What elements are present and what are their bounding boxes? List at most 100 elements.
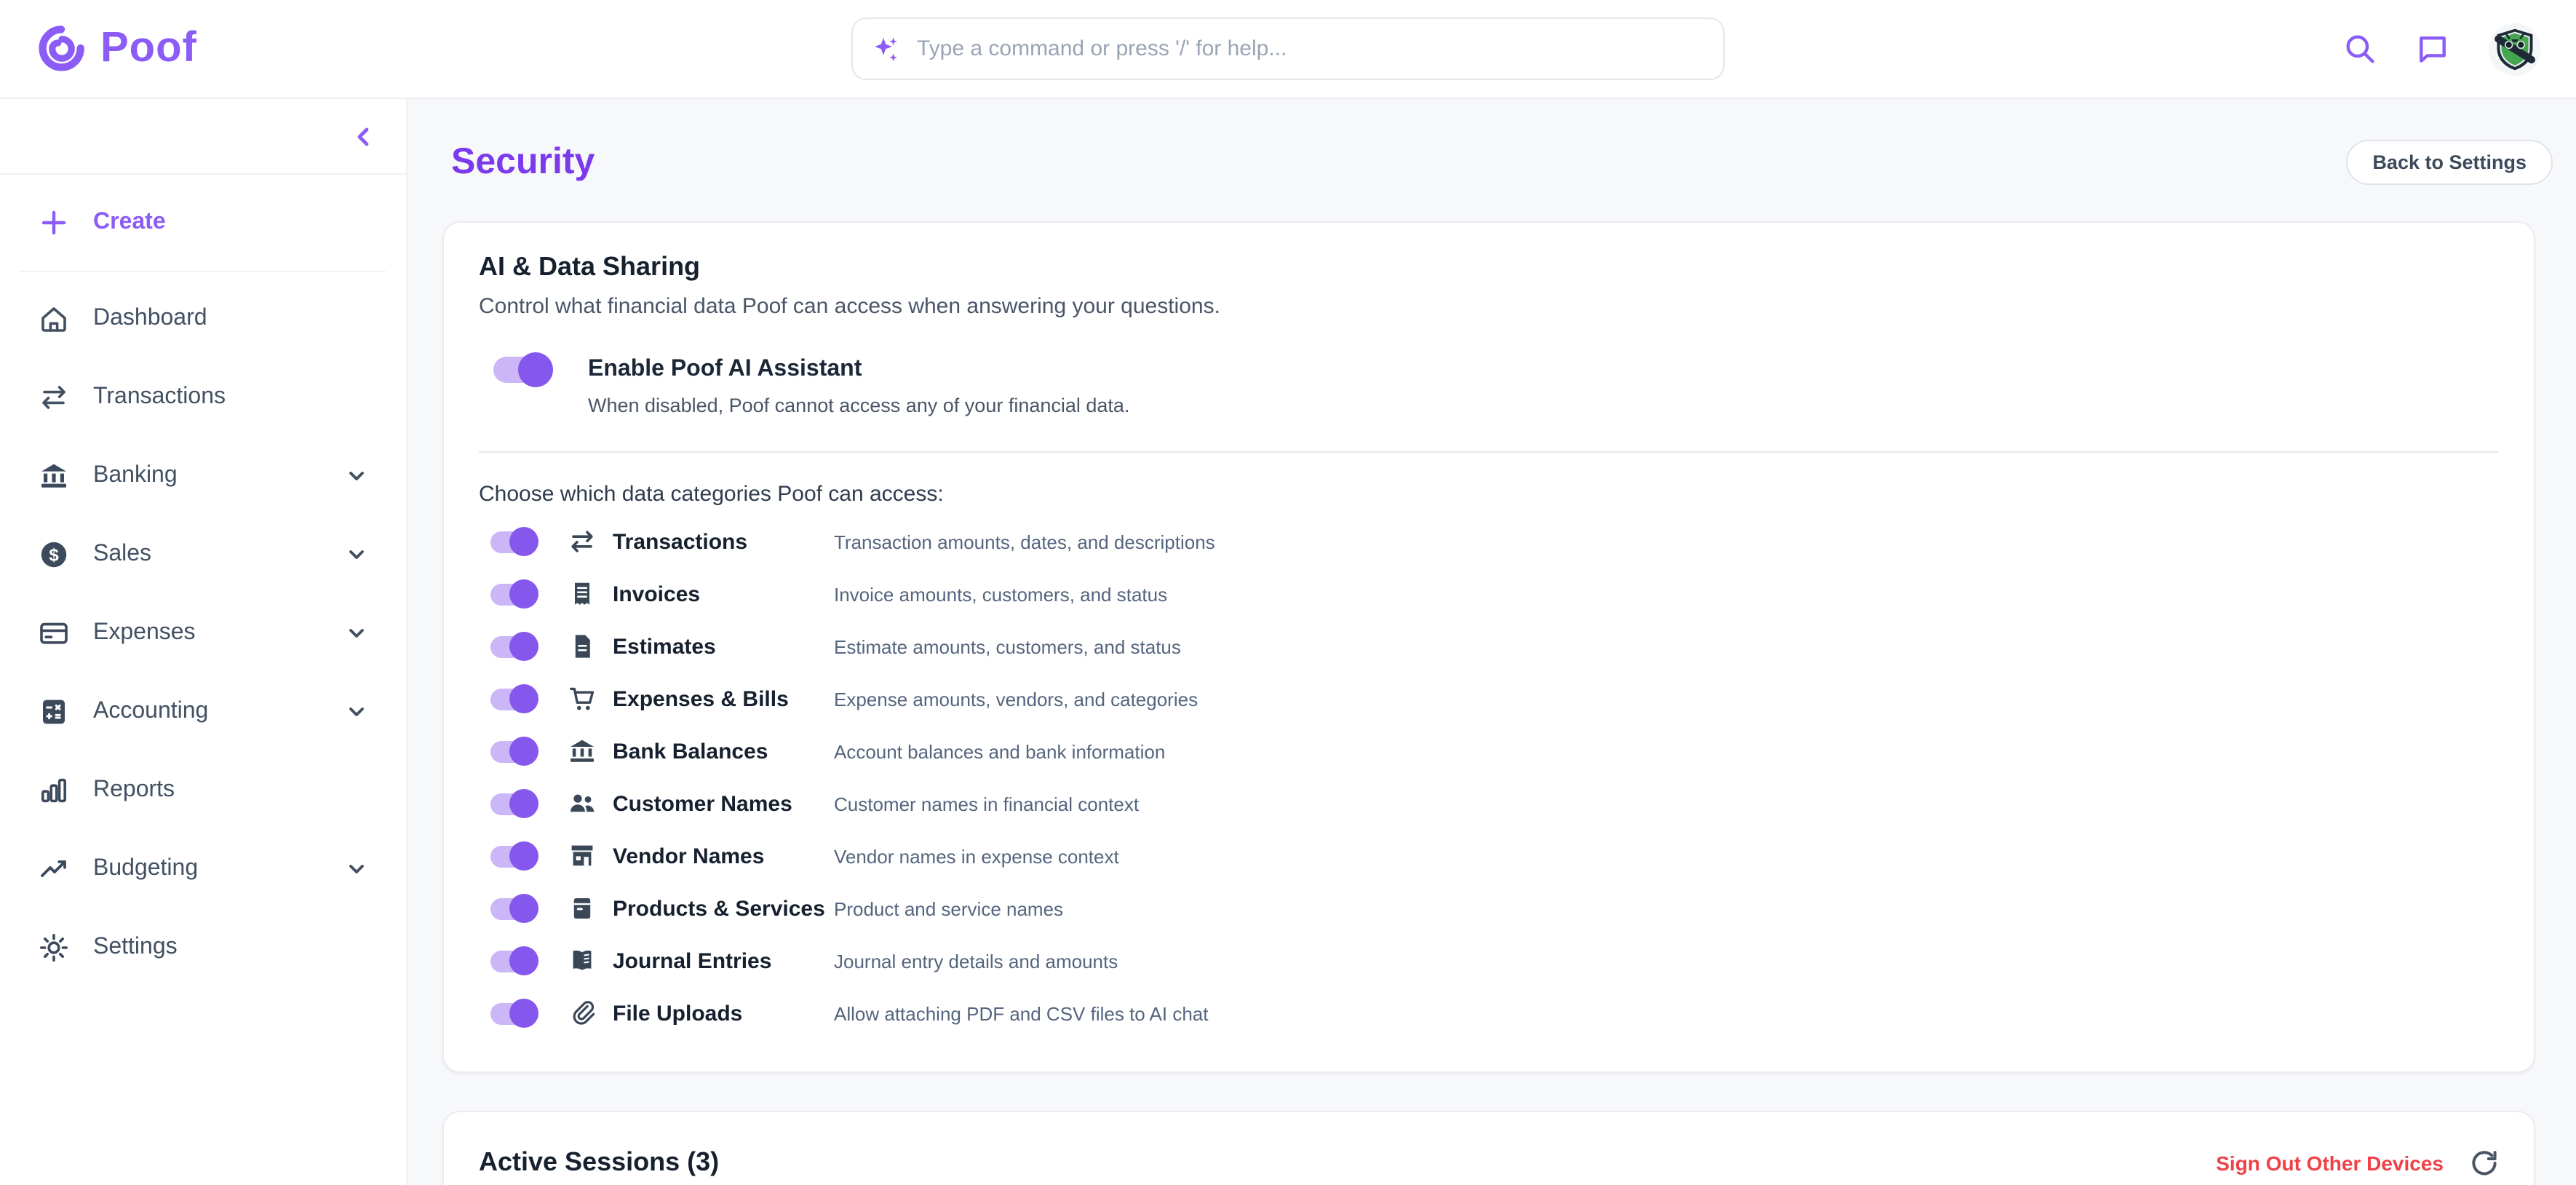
- active-sessions-header: Active Sessions (3) Sign Out Other Devic…: [479, 1147, 2499, 1178]
- category-description: Estimate amounts, customers, and status: [834, 635, 1181, 657]
- transactions-toggle[interactable]: [490, 531, 534, 552]
- dollar-circle-icon: $: [38, 539, 70, 571]
- book-icon: [566, 946, 598, 975]
- enable-assistant-toggle[interactable]: [493, 357, 549, 383]
- vendor-names-toggle[interactable]: [490, 845, 534, 867]
- chevron-down-icon: [345, 543, 368, 566]
- sign-out-other-devices-button[interactable]: Sign Out Other Devices: [2216, 1151, 2444, 1174]
- collapse-sidebar-icon[interactable]: [348, 120, 380, 152]
- products-services-toggle[interactable]: [490, 897, 534, 919]
- category-label: Invoices: [613, 582, 834, 606]
- sidebar-item-transactions[interactable]: Transactions: [17, 365, 389, 429]
- sidebar-item-expenses[interactable]: Expenses: [17, 601, 389, 665]
- page-header: Security Back to Settings: [431, 119, 2553, 204]
- category-label: Estimates: [613, 634, 834, 659]
- search-icon[interactable]: [2343, 32, 2377, 66]
- sidebar: Create Dashboard: [0, 99, 408, 1185]
- category-description: Vendor names in expense context: [834, 845, 1119, 867]
- category-label: Transactions: [613, 529, 834, 554]
- home-icon: [38, 303, 70, 335]
- credit-card-icon: [38, 617, 70, 649]
- calculator-icon: [38, 696, 70, 728]
- sidebar-divider: [20, 271, 386, 272]
- sidebar-item-settings[interactable]: Settings: [17, 916, 389, 980]
- category-label: File Uploads: [613, 1001, 834, 1026]
- category-description: Journal entry details and amounts: [834, 950, 1118, 972]
- sidebar-item-budgeting[interactable]: Budgeting: [17, 837, 389, 901]
- sidebar-item-reports[interactable]: Reports: [17, 758, 389, 823]
- paperclip-icon: [566, 999, 598, 1028]
- cart-icon: [566, 684, 598, 713]
- sidebar-item-label: Settings: [93, 935, 178, 961]
- sparkles-icon: [872, 35, 901, 64]
- gear-icon: [38, 932, 70, 964]
- active-sessions-actions: Sign Out Other Devices: [2216, 1148, 2499, 1177]
- swap-arrows-icon: [566, 527, 598, 556]
- customer-names-toggle[interactable]: [490, 793, 534, 815]
- app-root: Poof: [0, 0, 2576, 1185]
- refresh-icon[interactable]: [2470, 1148, 2499, 1177]
- toggle-knob: [518, 352, 553, 387]
- sidebar-item-dashboard[interactable]: Dashboard: [17, 287, 389, 351]
- create-button[interactable]: Create: [17, 189, 389, 256]
- chevron-down-icon: [345, 622, 368, 645]
- estimates-toggle[interactable]: [490, 635, 534, 657]
- category-description: Allow attaching PDF and CSV files to AI …: [834, 1002, 1209, 1024]
- ai-card-title: AI & Data Sharing: [479, 252, 2499, 282]
- sidebar-item-label: Transactions: [93, 384, 226, 411]
- bank-balances-toggle[interactable]: [490, 740, 534, 762]
- chat-bubble-icon[interactable]: [2416, 32, 2449, 66]
- users-icon: [566, 789, 598, 818]
- category-row-estimates: Estimates Estimate amounts, customers, a…: [490, 620, 2499, 673]
- category-description: Product and service names: [834, 897, 1063, 919]
- category-row-customer-names: Customer Names Customer names in financi…: [490, 777, 2499, 830]
- category-description: Transaction amounts, dates, and descript…: [834, 531, 1215, 552]
- journal-entries-toggle[interactable]: [490, 950, 534, 972]
- choose-categories-label: Choose which data categories Poof can ac…: [479, 482, 2499, 507]
- chevron-down-icon: [345, 857, 368, 881]
- bank-icon: [566, 737, 598, 766]
- command-input[interactable]: [851, 17, 1725, 80]
- sidebar-header: [0, 99, 406, 175]
- category-row-products-services: Products & Services Product and service …: [490, 882, 2499, 935]
- category-row-expenses-bills: Expenses & Bills Expense amounts, vendor…: [490, 673, 2499, 725]
- package-icon: [566, 894, 598, 923]
- sidebar-item-sales[interactable]: $ Sales: [17, 523, 389, 587]
- category-label: Expenses & Bills: [613, 686, 834, 711]
- category-row-invoices: Invoices Invoice amounts, customers, and…: [490, 568, 2499, 620]
- category-label: Products & Services: [613, 896, 834, 921]
- file-uploads-toggle[interactable]: [490, 1002, 534, 1024]
- section-divider: [479, 451, 2499, 453]
- sidebar-item-label: Budgeting: [93, 856, 198, 882]
- bar-chart-icon: [38, 774, 70, 806]
- category-description: Invoice amounts, customers, and status: [834, 583, 1167, 605]
- ai-card-subtitle: Control what financial data Poof can acc…: [479, 294, 2499, 319]
- enable-assistant-text: Enable Poof AI Assistant When disabled, …: [588, 357, 1129, 416]
- category-row-transactions: Transactions Transaction amounts, dates,…: [490, 515, 2499, 568]
- brand-logo[interactable]: Poof: [0, 25, 197, 73]
- bank-icon: [38, 460, 70, 492]
- category-description: Customer names in financial context: [834, 793, 1139, 815]
- user-avatar[interactable]: [2489, 23, 2541, 75]
- category-description: Account balances and bank information: [834, 740, 1165, 762]
- back-to-settings-button[interactable]: Back to Settings: [2346, 139, 2553, 184]
- swap-arrows-icon: [38, 381, 70, 413]
- chevron-down-icon: [345, 700, 368, 724]
- active-sessions-card: Active Sessions (3) Sign Out Other Devic…: [442, 1111, 2535, 1185]
- sidebar-item-label: Banking: [93, 463, 178, 489]
- invoices-toggle[interactable]: [490, 583, 534, 605]
- sidebar-item-accounting[interactable]: Accounting: [17, 680, 389, 744]
- category-row-journal-entries: Journal Entries Journal entry details an…: [490, 935, 2499, 987]
- ai-data-sharing-card: AI & Data Sharing Control what financial…: [442, 221, 2535, 1073]
- cards-container: AI & Data Sharing Control what financial…: [442, 221, 2535, 1185]
- enable-assistant-row: Enable Poof AI Assistant When disabled, …: [493, 357, 2499, 416]
- expenses-bills-toggle[interactable]: [490, 688, 534, 710]
- sidebar-item-label: Expenses: [93, 620, 196, 646]
- category-row-file-uploads: File Uploads Allow attaching PDF and CSV…: [490, 987, 2499, 1039]
- store-icon: [566, 841, 598, 871]
- poof-swirl-icon: [38, 25, 86, 73]
- sidebar-item-banking[interactable]: Banking: [17, 444, 389, 508]
- category-label: Bank Balances: [613, 739, 834, 764]
- main-content: Security Back to Settings AI & Data Shar…: [408, 99, 2576, 1185]
- sidebar-item-label: Sales: [93, 542, 151, 568]
